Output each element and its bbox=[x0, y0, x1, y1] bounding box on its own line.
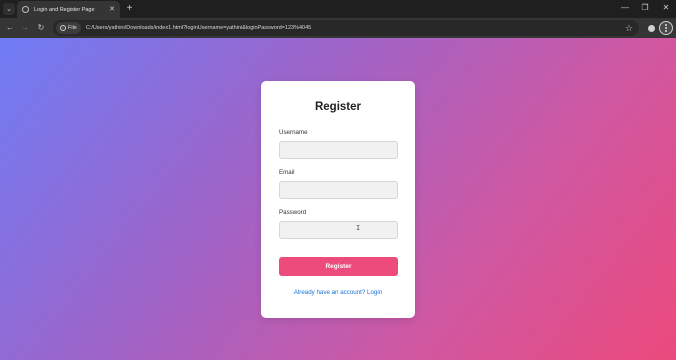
info-icon: i bbox=[60, 25, 66, 31]
url-text[interactable]: C:/Users/yathini/Downloads/index1.html?l… bbox=[86, 25, 311, 31]
new-tab-icon[interactable]: + bbox=[124, 3, 135, 14]
form-title: Register bbox=[314, 101, 362, 113]
username-label: Username bbox=[279, 129, 308, 136]
reload-icon[interactable]: ↻ bbox=[35, 22, 47, 34]
close-tab-icon[interactable]: ✕ bbox=[109, 6, 115, 13]
profile-icon[interactable] bbox=[645, 22, 657, 34]
email-label: Email bbox=[279, 169, 295, 176]
tab-strip: ⌄ Login and Register Page ✕ + — ❐ ✕ bbox=[0, 0, 676, 18]
restore-icon[interactable]: ❐ bbox=[638, 2, 652, 14]
register-card: Register Username Email Password I Regis… bbox=[261, 81, 415, 318]
login-link[interactable]: Already have an account? Login bbox=[261, 289, 415, 296]
menu-icon[interactable] bbox=[659, 21, 673, 35]
register-button[interactable]: Register bbox=[279, 257, 398, 276]
browser-tab[interactable]: Login and Register Page ✕ bbox=[17, 1, 120, 18]
url-scheme-label: File bbox=[68, 25, 77, 31]
page-background: Register Username Email Password I Regis… bbox=[0, 38, 676, 360]
globe-icon bbox=[22, 6, 29, 13]
address-bar[interactable]: i File C:/Users/yathini/Downloads/index1… bbox=[53, 20, 639, 36]
username-input[interactable] bbox=[279, 141, 398, 159]
window-close-icon[interactable]: ✕ bbox=[659, 2, 673, 14]
email-input[interactable] bbox=[279, 181, 398, 199]
text-cursor-icon: I bbox=[356, 224, 361, 232]
browser-toolbar: ← → ↻ i File C:/Users/yathini/Downloads/… bbox=[0, 18, 676, 38]
password-input[interactable] bbox=[279, 221, 398, 239]
tab-title: Login and Register Page bbox=[34, 6, 95, 13]
bookmark-star-icon[interactable]: ☆ bbox=[625, 22, 633, 34]
forward-icon[interactable]: → bbox=[19, 22, 31, 34]
back-icon[interactable]: ← bbox=[4, 22, 16, 34]
password-label: Password bbox=[279, 209, 307, 216]
minimize-icon[interactable]: — bbox=[618, 2, 632, 14]
site-info-chip[interactable]: i File bbox=[56, 22, 81, 34]
tab-search-icon[interactable]: ⌄ bbox=[3, 3, 15, 15]
